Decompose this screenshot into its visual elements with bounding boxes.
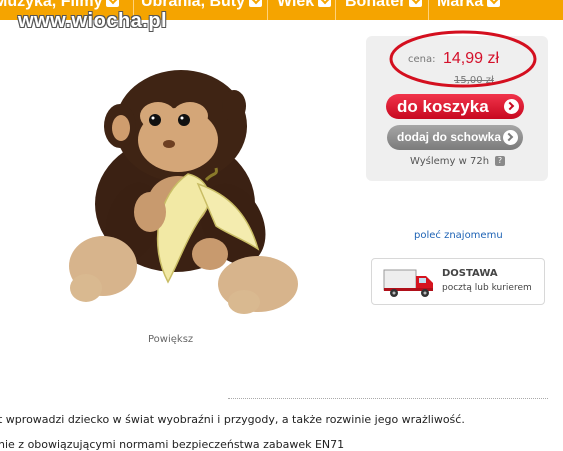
nav-item-brand[interactable]: Marka: [437, 0, 501, 20]
shipping-time-text: Wyślemy w 72h: [410, 156, 490, 167]
add-to-cart-button[interactable]: do koszyka: [386, 94, 524, 119]
add-to-cart-label: do koszyka: [397, 97, 489, 116]
shipping-time-note: Wyślemy w 72h?: [410, 156, 506, 167]
section-divider: [228, 398, 548, 399]
nav-item-age[interactable]: Wiek: [277, 0, 332, 20]
nav-separator: [267, 0, 268, 20]
chevron-down-icon: [106, 0, 120, 7]
recommend-to-friend-link[interactable]: poleć znajomemu: [414, 230, 503, 241]
chevron-down-icon: [249, 0, 263, 7]
help-icon[interactable]: ?: [495, 156, 506, 166]
delivery-subtitle: pocztą lub kurierem: [442, 283, 532, 293]
nav-item-hero[interactable]: Bohater: [345, 0, 423, 20]
chevron-right-icon: [504, 99, 519, 114]
delivery-title: DOSTAWA: [442, 268, 498, 279]
chevron-down-icon: [487, 0, 501, 7]
chevron-right-icon: [503, 130, 518, 145]
price-highlight-circle: [389, 30, 537, 88]
delivery-info-box[interactable]: DOSTAWA pocztą lub kurierem: [371, 258, 545, 305]
nav-item-label: Muzyka, Filmy: [0, 0, 103, 10]
nav-item-label: Marka: [437, 0, 484, 10]
nav-item-label: Bohater: [345, 0, 406, 10]
product-image[interactable]: [38, 44, 308, 322]
plush-monkey-image: [69, 70, 298, 314]
delivery-truck-icon: [383, 269, 433, 297]
site-watermark: www.wiocha.pl: [18, 10, 168, 32]
nav-separator: [335, 0, 336, 20]
chevron-down-icon: [409, 0, 423, 7]
add-to-wishlist-button[interactable]: dodaj do schowka: [387, 125, 523, 150]
chevron-down-icon: [318, 0, 332, 7]
add-to-wishlist-label: dodaj do schowka: [397, 130, 502, 144]
zoom-image-link[interactable]: Powiększ: [148, 334, 193, 345]
nav-item-label: Wiek: [277, 0, 315, 10]
description-line-2: nie z obowiązującymi normami bezpieczeńs…: [0, 438, 345, 451]
nav-item-label: Ubrania, Buty: [141, 0, 246, 10]
nav-separator: [428, 0, 429, 20]
description-line-1: t wprowadzi dziecko w świat wyobraźni i …: [0, 413, 465, 426]
